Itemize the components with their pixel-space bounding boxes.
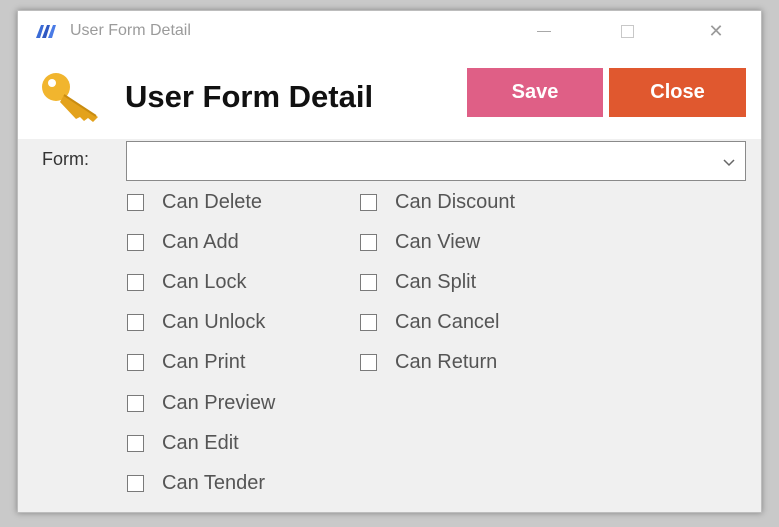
checkbox-label: Can Unlock xyxy=(162,311,266,333)
checkbox-can-split[interactable]: Can Split xyxy=(360,271,476,294)
checkbox-can-edit[interactable]: Can Edit xyxy=(127,432,239,455)
checkbox-label: Can Print xyxy=(162,351,246,373)
checkbox-box[interactable] xyxy=(127,354,144,371)
checkbox-label: Can Split xyxy=(395,271,477,293)
checkbox-can-delete[interactable]: Can Delete xyxy=(127,191,262,214)
checkbox-box[interactable] xyxy=(360,194,377,211)
checkbox-box[interactable] xyxy=(127,395,144,412)
checkbox-label: Can Discount xyxy=(395,191,516,213)
checkbox-can-lock[interactable]: Can Lock xyxy=(127,271,247,294)
title-bar: User Form Detail ✕ xyxy=(18,11,761,51)
checkbox-label: Can Delete xyxy=(162,191,263,213)
checkbox-label: Can View xyxy=(395,231,481,253)
checkbox-box[interactable] xyxy=(127,194,144,211)
app-logo-icon xyxy=(36,25,56,38)
close-button[interactable]: Close xyxy=(609,68,746,117)
checkbox-label: Can Cancel xyxy=(395,311,500,333)
checkbox-can-unlock[interactable]: Can Unlock xyxy=(127,311,265,334)
window-title: User Form Detail xyxy=(70,22,191,39)
form-label: Form: xyxy=(42,149,89,169)
checkbox-label: Can Return xyxy=(395,351,498,373)
minimize-button[interactable] xyxy=(523,17,565,45)
user-form-detail-window: User Form Detail ✕ User Form Detail Save… xyxy=(17,10,762,513)
checkbox-label: Can Lock xyxy=(162,271,247,293)
save-button[interactable]: Save xyxy=(467,68,603,117)
maximize-icon xyxy=(620,24,634,38)
checkbox-can-preview[interactable]: Can Preview xyxy=(127,392,275,415)
checkbox-box[interactable] xyxy=(360,234,377,251)
checkbox-box[interactable] xyxy=(127,475,144,492)
form-header: User Form Detail Save Close xyxy=(18,51,761,139)
checkbox-box[interactable] xyxy=(360,314,377,331)
key-icon xyxy=(42,73,98,122)
close-icon: ✕ xyxy=(708,20,724,41)
checkbox-label: Can Edit xyxy=(162,432,239,454)
window-close-button[interactable]: ✕ xyxy=(695,17,737,45)
checkbox-can-print[interactable]: Can Print xyxy=(127,351,245,374)
page-title: User Form Detail xyxy=(125,79,374,114)
checkbox-label: Can Preview xyxy=(162,392,276,414)
checkbox-label: Can Add xyxy=(162,231,239,253)
checkbox-can-return[interactable]: Can Return xyxy=(360,351,497,374)
form-select[interactable] xyxy=(126,141,746,181)
checkbox-can-add[interactable]: Can Add xyxy=(127,231,239,254)
chevron-down-icon xyxy=(723,159,735,167)
checkbox-box[interactable] xyxy=(360,274,377,291)
checkbox-box[interactable] xyxy=(127,274,144,291)
checkbox-label: Can Tender xyxy=(162,472,266,494)
checkbox-can-view[interactable]: Can View xyxy=(360,231,480,254)
checkbox-box[interactable] xyxy=(360,354,377,371)
checkbox-can-tender[interactable]: Can Tender xyxy=(127,472,265,495)
checkbox-box[interactable] xyxy=(127,435,144,452)
checkbox-can-cancel[interactable]: Can Cancel xyxy=(360,311,500,334)
checkbox-box[interactable] xyxy=(127,234,144,251)
maximize-button[interactable] xyxy=(606,17,648,45)
checkbox-box[interactable] xyxy=(127,314,144,331)
minimize-icon xyxy=(537,30,551,32)
checkbox-can-discount[interactable]: Can Discount xyxy=(360,191,515,214)
